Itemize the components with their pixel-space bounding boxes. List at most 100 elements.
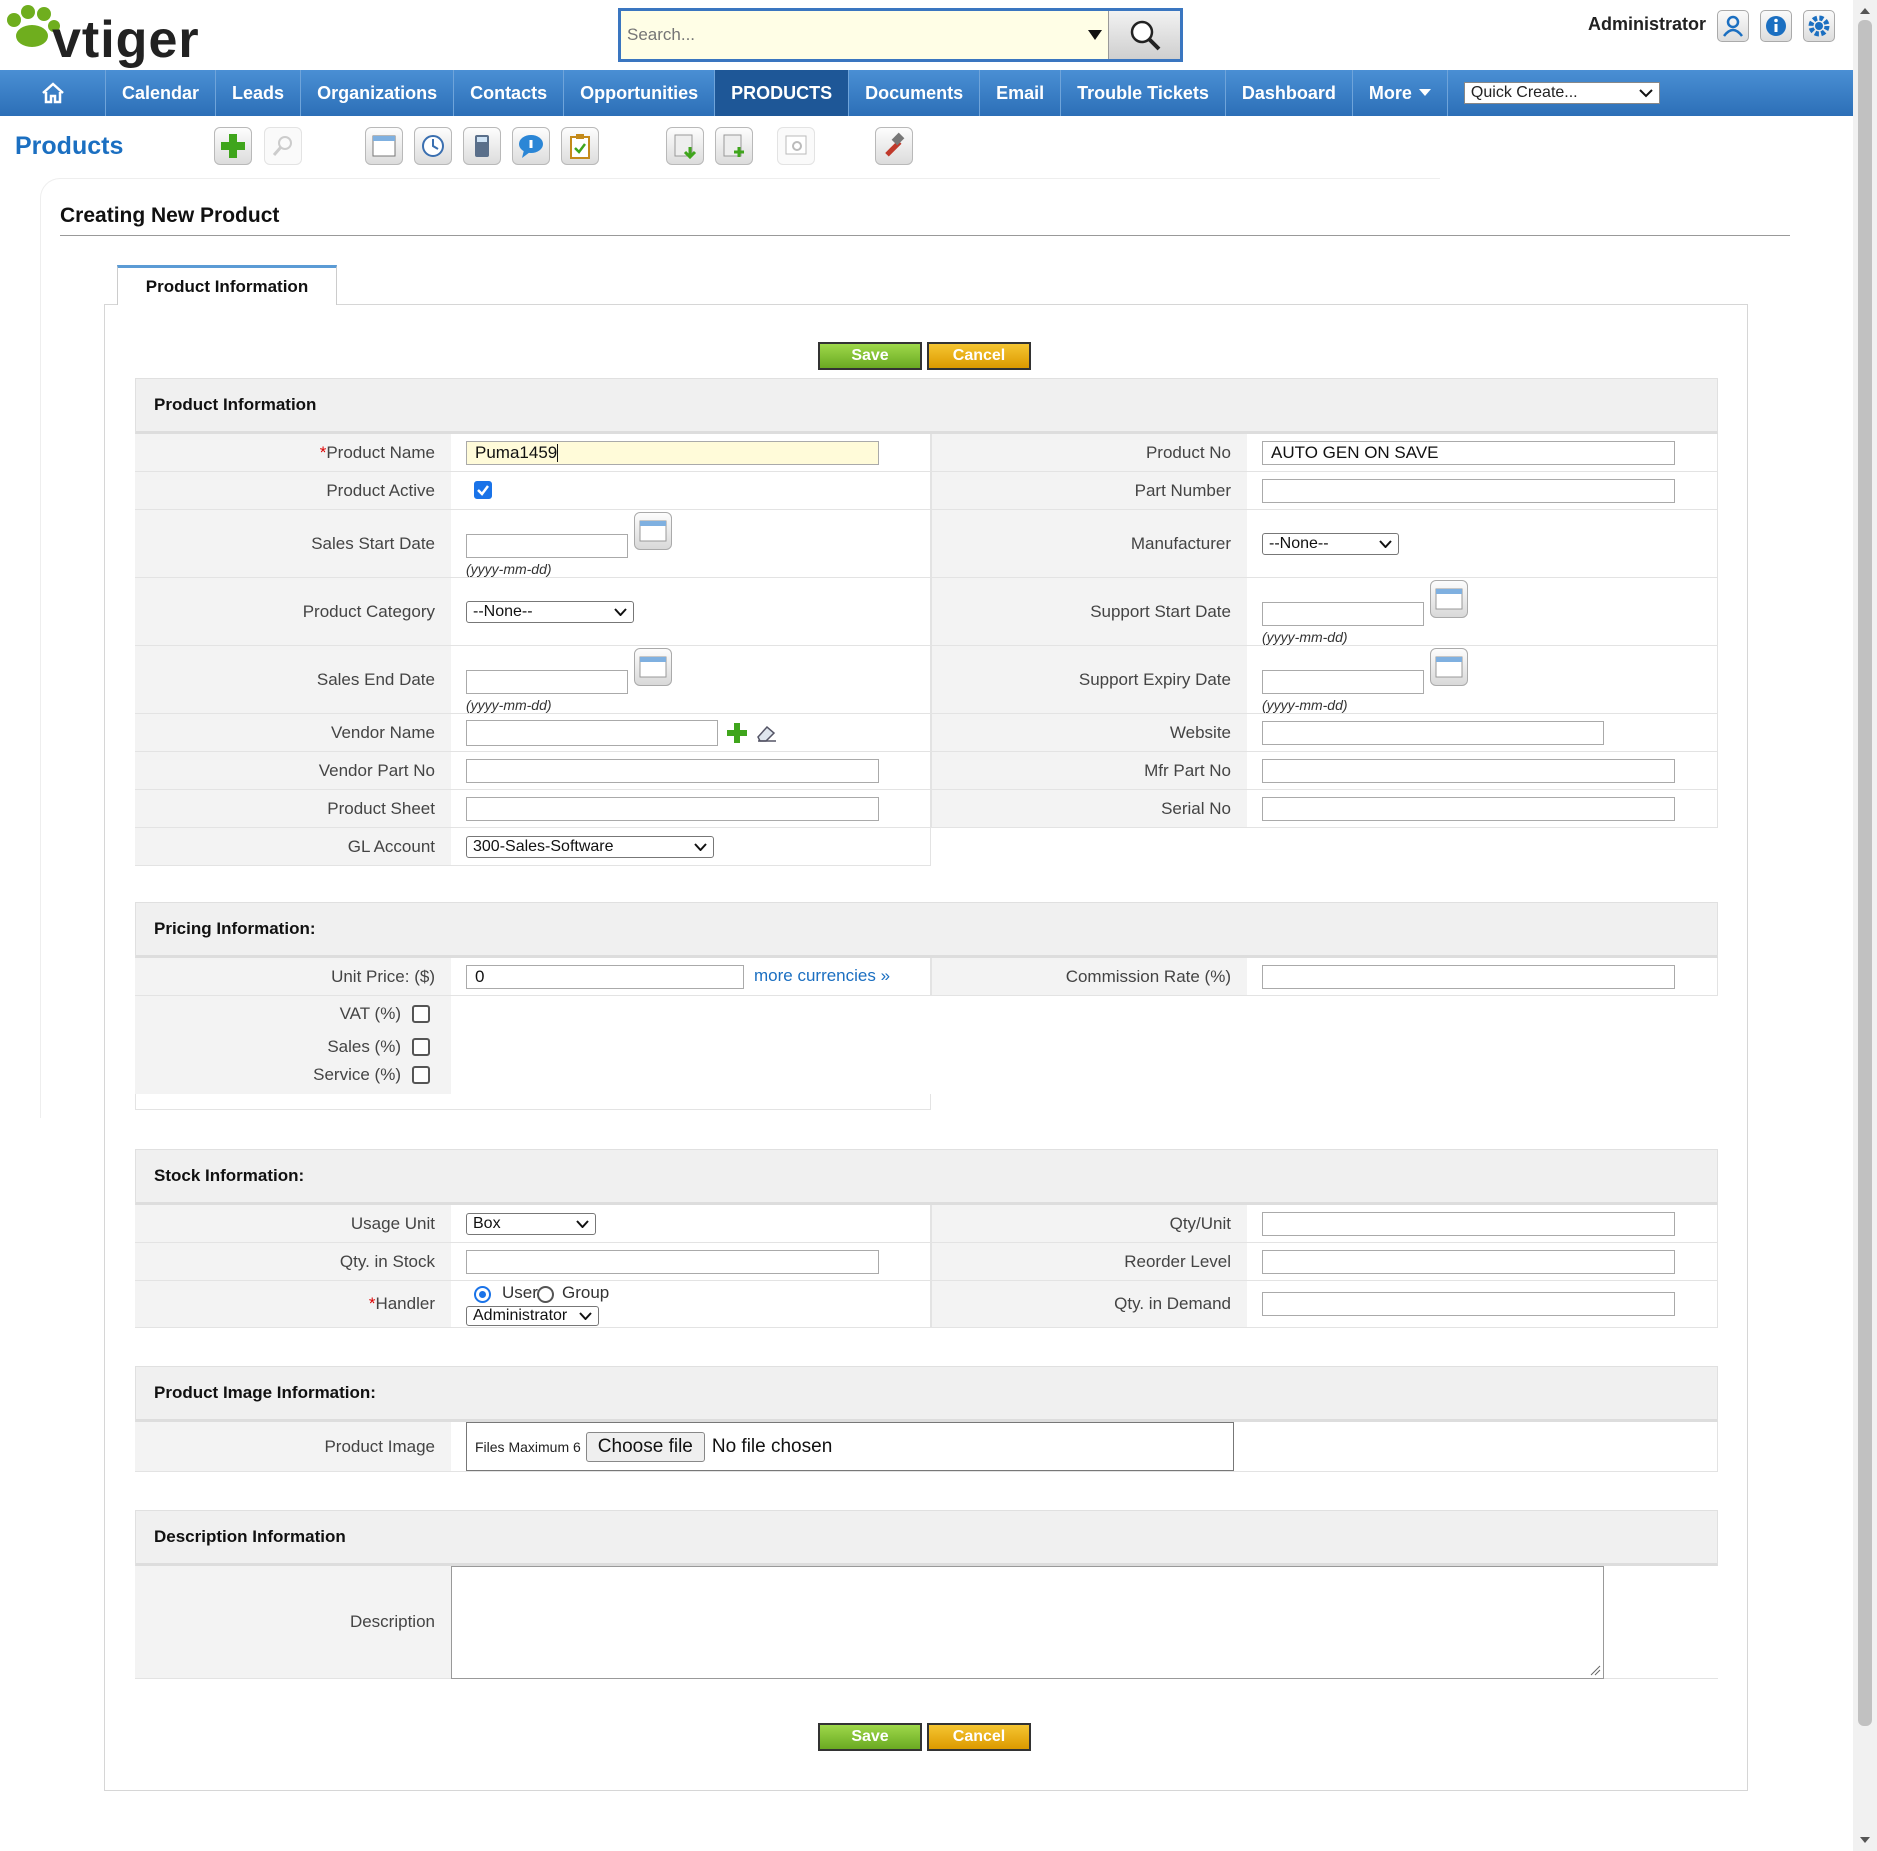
qty-demand-input[interactable] [1262,1292,1675,1316]
export-icon[interactable] [715,127,753,165]
nav-products[interactable]: PRODUCTS [715,70,850,116]
vendor-name-input[interactable] [466,720,718,746]
handler-select[interactable]: Administrator [466,1306,599,1326]
search-tool-icon[interactable] [264,127,302,165]
cancel-button-bottom[interactable]: Cancel [927,1723,1031,1751]
save-button-top[interactable]: Save [818,342,922,370]
search-input[interactable] [621,11,1082,59]
nav-contacts[interactable]: Contacts [454,70,565,116]
qty-unit-input[interactable] [1262,1212,1675,1236]
clipboard-icon[interactable] [561,127,599,165]
vertical-scrollbar[interactable] [1853,0,1877,1851]
user-name[interactable]: Administrator [1588,14,1706,35]
nav-more[interactable]: More [1353,70,1448,116]
product-sheet-label: Product Sheet [135,790,451,828]
commission-input[interactable] [1262,965,1675,989]
product-name-label-text: Product Name [326,442,435,462]
info-icon[interactable] [1760,10,1792,42]
row-product-name: * Product Name Puma1459 Product No AUTO G… [135,434,1718,472]
product-name-label: * Product Name [135,434,451,472]
settings-hammer-icon[interactable] [875,127,913,165]
product-sheet-input[interactable] [466,797,879,821]
category-cell: --None-- [451,578,931,646]
quick-create-value: Quick Create... [1470,84,1578,101]
description-cell [451,1566,1718,1679]
nav-trouble-tickets[interactable]: Trouble Tickets [1061,70,1226,116]
sales-end-input[interactable] [466,670,628,694]
unit-price-input[interactable]: 0 [466,965,744,989]
handler-user-radio[interactable] [474,1286,491,1303]
date-format-hint: (yyyy-mm-dd) [466,697,552,713]
website-input[interactable] [1262,721,1604,745]
scroll-up-icon[interactable] [1853,4,1877,18]
manufacturer-select[interactable]: --None-- [1262,533,1399,555]
calculator-icon[interactable] [463,127,501,165]
vendor-part-input[interactable] [466,759,879,783]
reorder-input[interactable] [1262,1250,1675,1274]
chat-icon[interactable] [512,127,550,165]
nav-calendar[interactable]: Calendar [106,70,217,116]
product-active-cell [451,472,931,510]
sales-start-input[interactable] [466,534,628,558]
search-scope-dropdown[interactable] [1082,11,1108,59]
import-icon[interactable] [666,127,704,165]
nav-email[interactable]: Email [980,70,1062,116]
choose-file-button[interactable]: Choose file [585,1431,705,1462]
manufacturer-cell: --None-- [1247,510,1718,578]
chevron-down-icon [1379,540,1392,548]
chevron-down-icon [576,1220,589,1228]
scroll-down-icon[interactable] [1853,1833,1877,1847]
find-duplicates-icon[interactable] [777,127,815,165]
scrollbar-thumb[interactable] [1858,20,1872,1726]
nav-dashboard[interactable]: Dashboard [1226,70,1353,116]
create-product-icon[interactable] [214,127,252,165]
user-profile-icon[interactable] [1717,10,1749,42]
sales-tax-checkbox[interactable] [412,1038,430,1056]
vtiger-logo[interactable]: vtiger [2,2,252,69]
nav-opportunities[interactable]: Opportunities [564,70,716,116]
support-expiry-input[interactable] [1262,670,1424,694]
service-tax-checkbox[interactable] [412,1066,430,1084]
qty-stock-cell [451,1243,931,1281]
product-active-checkbox[interactable] [474,481,492,499]
product-no-label: Product No [931,434,1247,472]
product-no-input[interactable]: AUTO GEN ON SAVE [1262,441,1675,465]
quick-create-select[interactable]: Quick Create... [1463,82,1660,104]
more-currencies-link[interactable]: more currencies » [754,966,890,986]
unit-price-label: Unit Price: ($) [135,958,451,996]
row-vendor-part: Vendor Part No Mfr Part No [135,752,1718,790]
description-textarea[interactable] [451,1566,1604,1679]
home-button[interactable] [0,70,106,116]
handler-group-radio[interactable] [537,1286,554,1303]
add-vendor-icon[interactable] [726,722,748,744]
qty-stock-input[interactable] [466,1250,879,1274]
part-number-input[interactable] [1262,479,1675,503]
module-title[interactable]: Products [15,132,123,161]
product-image-block: Product Image Information: Product Image… [135,1366,1718,1472]
calendar-tool-icon[interactable] [365,127,403,165]
serial-no-input[interactable] [1262,797,1675,821]
calendar-picker-icon[interactable] [1430,580,1468,618]
vat-checkbox[interactable] [412,1005,430,1023]
product-name-input[interactable]: Puma1459 [466,441,879,465]
settings-gear-icon[interactable] [1803,10,1835,42]
search-button[interactable] [1108,11,1180,59]
tab-product-information[interactable]: Product Information [117,265,337,305]
usage-unit-select[interactable]: Box [466,1213,596,1235]
gl-account-select[interactable]: 300-Sales-Software [466,836,714,858]
save-button-bottom[interactable]: Save [818,1723,922,1751]
description-block: Description Information Description [135,1510,1718,1679]
clock-icon[interactable] [414,127,452,165]
cancel-button-top[interactable]: Cancel [927,342,1031,370]
resize-grip-icon[interactable] [1589,1664,1601,1676]
category-select[interactable]: --None-- [466,601,634,623]
clear-eraser-icon[interactable] [754,723,778,743]
nav-leads[interactable]: Leads [216,70,302,116]
calendar-picker-icon[interactable] [634,512,672,550]
nav-organizations[interactable]: Organizations [301,70,455,116]
mfr-part-input[interactable] [1262,759,1675,783]
nav-documents[interactable]: Documents [849,70,981,116]
calendar-picker-icon[interactable] [634,648,672,686]
calendar-picker-icon[interactable] [1430,648,1468,686]
support-start-input[interactable] [1262,602,1424,626]
